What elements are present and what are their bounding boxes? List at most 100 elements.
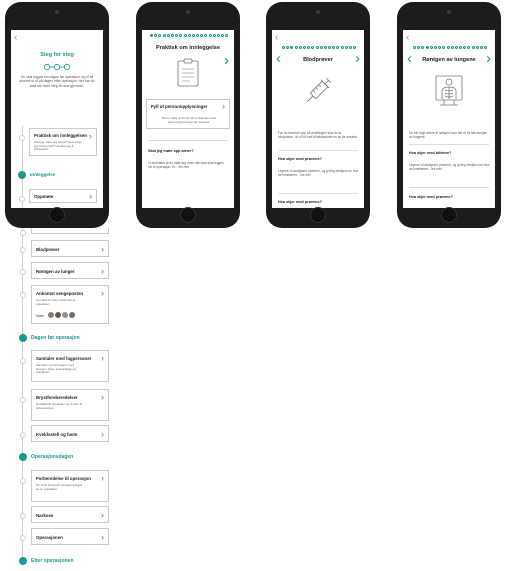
personal-info-title: Fyll ut personopplysninger bbox=[151, 104, 208, 109]
back-chevron-icon[interactable]: ‹ bbox=[14, 33, 17, 43]
avatars-label: Møte bbox=[36, 314, 45, 318]
phone-rontgen: ‹ ‹ Røntgen av lungene › Du blir fulgt v… bbox=[397, 2, 501, 228]
camera-dot bbox=[447, 10, 451, 14]
back-chevron-icon[interactable]: ‹ bbox=[406, 33, 409, 43]
phone-blodprover: ‹ ‹ Blodprøver › Før du kommer opp på av… bbox=[266, 2, 370, 228]
step-card-rontgen[interactable]: Røntgen av lunger › bbox=[31, 262, 109, 279]
step-card-title: Forberedelse til operasjon bbox=[36, 476, 91, 481]
timeline-node bbox=[20, 397, 26, 403]
timeline-node bbox=[20, 513, 26, 519]
camera-dot bbox=[55, 10, 59, 14]
divider bbox=[409, 187, 489, 188]
timeline-node bbox=[20, 535, 26, 541]
chevron-right-icon: › bbox=[101, 510, 104, 520]
page-title: Praktisk om innleggelse bbox=[155, 45, 221, 51]
step-card-subtitle: Samtaler og informasjon med kirurgen, fy… bbox=[36, 363, 76, 375]
step-card-samtaler[interactable]: Samtaler med fagpersoner › Samtaler og i… bbox=[31, 350, 109, 382]
step-card-oppmote[interactable]: Oppmøte › bbox=[29, 189, 97, 203]
timeline-node bbox=[20, 358, 26, 364]
timeline-node bbox=[20, 230, 26, 236]
step-card-kveldsstell[interactable]: Kveldsstell og faste › bbox=[31, 425, 109, 442]
camera-dot bbox=[316, 10, 320, 14]
timeline-node bbox=[20, 478, 26, 484]
chevron-right-icon: › bbox=[101, 266, 104, 276]
chevron-right-icon: › bbox=[101, 392, 104, 402]
step-card-title: Brystforeberedelser bbox=[36, 395, 78, 400]
intro-text: Du skal legges inn dagen før operasjon o… bbox=[19, 75, 95, 88]
progress-dots-icon bbox=[43, 63, 71, 71]
answer-text: Legene vil analysere prøvene, og gi deg … bbox=[409, 163, 489, 171]
intro-text: Du blir fulgt videre til røntgen hvor de… bbox=[409, 131, 488, 139]
syringe-icon bbox=[307, 77, 332, 102]
question-heading: Hva skjer med bildene? bbox=[409, 151, 452, 155]
timeline-node bbox=[20, 432, 26, 438]
phase-node bbox=[19, 557, 27, 565]
page-title: Røntgen av lungene bbox=[422, 57, 476, 63]
divider bbox=[148, 140, 228, 141]
step-card-oppmote-cont[interactable] bbox=[31, 228, 109, 234]
question-heading: Hva skjer med prøvene? bbox=[278, 157, 322, 161]
divider bbox=[409, 144, 489, 145]
timeline-node bbox=[20, 269, 26, 275]
step-card-narkose[interactable]: Narkose › bbox=[31, 506, 109, 523]
step-card-ankomst[interactable]: Ankomst sengeposten › Her skal du være m… bbox=[31, 285, 109, 324]
chevron-right-icon: › bbox=[101, 244, 104, 254]
chevron-right-icon[interactable]: › bbox=[486, 51, 491, 66]
page-title: Blodprøver bbox=[303, 57, 333, 63]
step-card-title: Blodprøver bbox=[36, 247, 60, 252]
chevron-right-icon[interactable]: › bbox=[355, 51, 360, 66]
chevron-right-icon[interactable]: › bbox=[224, 53, 229, 68]
screen-blodprover: ‹ ‹ Blodprøver › Før du kommer opp på av… bbox=[272, 30, 364, 208]
chevron-right-icon: › bbox=[101, 429, 104, 439]
chevron-right-icon: › bbox=[222, 101, 225, 111]
phase-label: Etter operasjonen bbox=[31, 558, 74, 564]
home-button[interactable] bbox=[310, 207, 326, 223]
home-button[interactable] bbox=[49, 207, 65, 223]
clipboard-icon bbox=[177, 58, 199, 87]
timeline-node bbox=[19, 196, 25, 202]
phone-steps-overview: ‹ Steg for steg Du skal legges inn dagen… bbox=[5, 2, 109, 228]
back-chevron-icon[interactable]: ‹ bbox=[275, 33, 278, 43]
step-card-subtitle: Her skal du være møtt/rettet av sykeplei… bbox=[36, 298, 76, 306]
phase-node bbox=[19, 453, 27, 461]
home-button[interactable] bbox=[180, 207, 196, 223]
chevron-right-icon: › bbox=[101, 353, 104, 363]
step-card-title: Narkose bbox=[36, 513, 54, 518]
step-card-praktisk[interactable]: Praktisk om innleggelsen › Skal jeg møte… bbox=[29, 128, 97, 156]
step-card-title: Operasjonen bbox=[36, 535, 63, 540]
step-card-title: Praktisk om innleggelsen bbox=[34, 133, 87, 138]
intro-text: Før du kommer opp på avdelingen skal du … bbox=[278, 131, 358, 139]
divider bbox=[278, 193, 358, 194]
avatar bbox=[55, 312, 61, 318]
screen-praktisk: Praktisk om innleggelse › Fyll ut person… bbox=[142, 30, 234, 208]
answer-text: Vi anbefaler at du møtt seg noen når man… bbox=[148, 161, 224, 169]
question-heading: Hva skjer med prøvene? bbox=[278, 200, 322, 204]
question-heading: Skal jeg møte opp alene? bbox=[148, 149, 194, 153]
home-button[interactable] bbox=[441, 207, 457, 223]
xray-icon bbox=[435, 75, 463, 106]
step-card-blodprover[interactable]: Blodprøver › bbox=[31, 240, 109, 257]
personal-info-text: Det er viktig at du har fylt ut skjemaet… bbox=[162, 116, 216, 124]
step-card-operasjonen[interactable]: Operasjonen › bbox=[31, 528, 109, 545]
step-card-title: Samtaler med fagpersoner bbox=[36, 356, 92, 361]
page-title: Steg for steg bbox=[40, 52, 74, 58]
avatar bbox=[48, 312, 54, 318]
step-card-subtitle: Du vil bli forberedt operasjonsdagen av … bbox=[36, 483, 83, 491]
timeline-line bbox=[22, 228, 23, 560]
screen-rontgen: ‹ ‹ Røntgen av lungene › Du blir fulgt v… bbox=[403, 30, 495, 208]
camera-dot bbox=[186, 10, 190, 14]
personal-info-card[interactable]: Fyll ut personopplysninger › Det er vikt… bbox=[146, 99, 230, 129]
answer-text: Legene vil analysere prøvene, og gi deg … bbox=[278, 169, 358, 177]
step-card-title: Ankomst sengeposten bbox=[36, 291, 84, 296]
avatar bbox=[69, 312, 75, 318]
step-card-title: Røntgen av lunger bbox=[36, 269, 75, 274]
step-card-bryst[interactable]: Brystforeberedelser › Et tidspunkt forut… bbox=[31, 389, 109, 421]
phase-label: Dagen før operasjon bbox=[31, 335, 80, 341]
question-heading: Hva skjer med prøvene? bbox=[409, 195, 453, 199]
timeline-node bbox=[20, 292, 26, 298]
step-card-title: Kveldsstell og faste bbox=[36, 432, 78, 437]
phase-node bbox=[19, 334, 27, 342]
step-card-forberedelse[interactable]: Forberedelse til operasjon › Du vil bli … bbox=[31, 470, 109, 502]
chevron-right-icon: › bbox=[101, 473, 104, 483]
screen-steps-overview: ‹ Steg for steg Du skal legges inn dagen… bbox=[11, 30, 103, 208]
